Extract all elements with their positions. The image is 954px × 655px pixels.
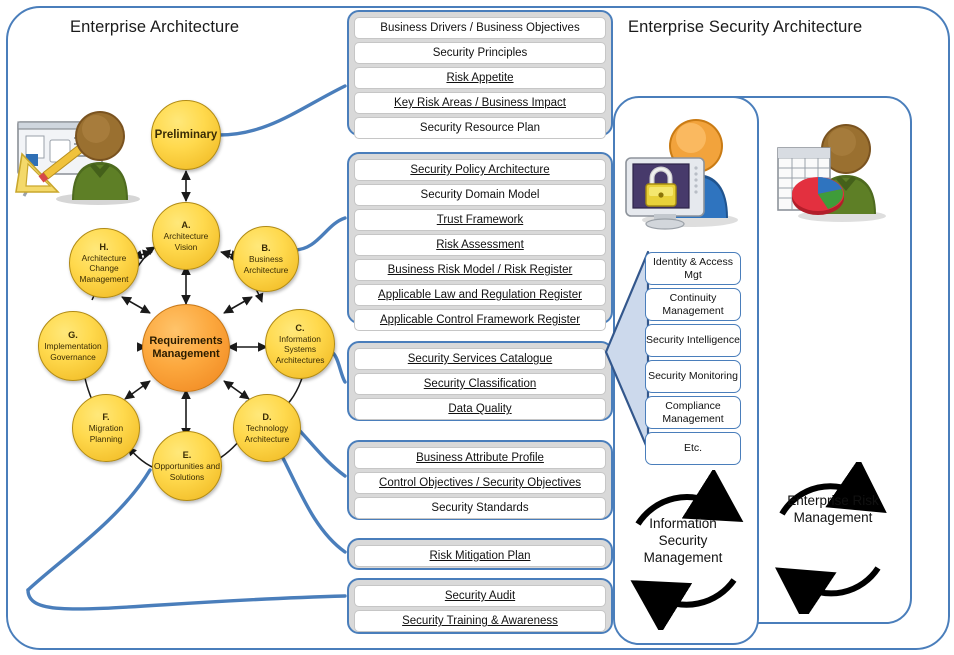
adm-node-f-letter: F.: [102, 412, 110, 422]
group-security-services-row-label: Security Services Catalogue: [407, 353, 553, 365]
group-security-services-row-label: Security Classification: [423, 378, 537, 390]
adm-node-c-letter: C.: [295, 322, 305, 333]
group-audit-row[interactable]: Security Audit: [354, 585, 606, 607]
group-security-services: Security Services Catalogue Security Clas…: [347, 341, 613, 421]
group-architecture-vision-row[interactable]: Security Policy Architecture: [354, 159, 606, 181]
group-preliminary-row-label: Business Drivers / Business Objectives: [380, 22, 580, 34]
service-identity-access-mgt[interactable]: Identity & Access Mgt: [645, 252, 741, 285]
service-security-intelligence[interactable]: Security Intelligence: [645, 324, 741, 357]
group-preliminary-row[interactable]: Security Principles: [354, 42, 606, 64]
group-preliminary-row-label: Security Resource Plan: [419, 122, 541, 134]
group-business-attributes-row[interactable]: Control Objectives / Security Objectives: [354, 472, 606, 494]
risk-person-spreadsheet-piechart-icon: [777, 124, 886, 222]
group-architecture-vision: Security Policy Architecture Security Dom…: [347, 152, 613, 331]
adm-node-b-letter: B.: [261, 243, 271, 253]
group-architecture-vision-row[interactable]: Business Risk Model / Risk Register: [354, 259, 606, 281]
group-risk-mitigation: Risk Mitigation Plan: [347, 538, 613, 570]
adm-node-preliminary[interactable]: Preliminary: [151, 100, 221, 170]
adm-node-c-label: Information Systems Architectures: [275, 333, 325, 365]
group-architecture-vision-row-label: Business Risk Model / Risk Register: [387, 264, 573, 276]
diagram-canvas: Enterprise Architecture Enterprise Secur…: [0, 0, 954, 655]
group-preliminary-row[interactable]: Security Resource Plan: [354, 117, 606, 139]
group-business-attributes-row-label: Security Standards: [431, 502, 529, 514]
service-etc[interactable]: Etc.: [645, 432, 741, 465]
adm-node-h-label: Architecture Change Management: [79, 252, 129, 284]
architect-person-icon: [15, 111, 140, 205]
group-architecture-vision-row[interactable]: Applicable Law and Regulation Register: [354, 284, 606, 306]
group-security-services-row[interactable]: Data Quality: [354, 398, 606, 420]
adm-node-preliminary-label: Preliminary: [154, 128, 218, 141]
group-audit-row[interactable]: Security Training & Awareness: [354, 610, 606, 632]
group-architecture-vision-row-label: Trust Framework: [436, 214, 524, 226]
group-risk-mitigation-row[interactable]: Risk Mitigation Plan: [354, 545, 606, 567]
adm-node-e-label: Opportunities and Solutions: [153, 461, 221, 482]
group-business-attributes-row-label: Business Attribute Profile: [416, 452, 544, 464]
adm-node-a[interactable]: A. Architecture Vision: [152, 202, 220, 270]
group-preliminary-row-label: Security Principles: [432, 47, 528, 59]
group-architecture-vision-row[interactable]: Security Domain Model: [354, 184, 606, 206]
group-audit-row-label: Security Audit: [444, 590, 516, 602]
adm-node-a-letter: A.: [181, 220, 191, 230]
group-security-services-row[interactable]: Security Services Catalogue: [354, 348, 606, 370]
adm-node-b[interactable]: B. Business Architecture: [233, 226, 299, 292]
group-security-services-row[interactable]: Security Classification: [354, 373, 606, 395]
group-architecture-vision-row-label: Applicable Control Framework Register: [379, 314, 581, 326]
group-architecture-vision-row-label: Security Domain Model: [420, 189, 540, 201]
adm-node-c[interactable]: C. Information Systems Architectures: [265, 309, 335, 379]
group-business-attributes-row[interactable]: Business Attribute Profile: [354, 447, 606, 469]
group-architecture-vision-row[interactable]: Trust Framework: [354, 209, 606, 231]
group-architecture-vision-row-label: Risk Assessment: [436, 239, 524, 251]
adm-node-d-letter: D.: [262, 412, 272, 422]
group-preliminary-row-label: Key Risk Areas / Business Impact: [394, 97, 566, 109]
service-security-monitoring[interactable]: Security Monitoring: [645, 360, 741, 393]
adm-node-g-letter: G.: [68, 330, 78, 340]
enterprise-risk-management-label: Enterprise Risk Management: [787, 493, 879, 525]
adm-node-d-label: Technology Architecture: [244, 423, 290, 444]
adm-node-d[interactable]: D. Technology Architecture: [233, 394, 301, 462]
right-panel-title: Enterprise Security Architecture: [628, 18, 863, 36]
group-architecture-vision-row-label: Applicable Law and Regulation Register: [378, 289, 582, 301]
adm-node-requirements-management-label: Requirements Management: [149, 335, 223, 360]
adm-node-e[interactable]: E. Opportunities and Solutions: [152, 431, 222, 501]
group-security-services-row-label: Data Quality: [448, 403, 512, 415]
adm-node-f-label: Migration Planning: [88, 423, 124, 444]
group-business-attributes-row-label: Control Objectives / Security Objectives: [379, 477, 581, 489]
group-preliminary-row[interactable]: Risk Appetite: [354, 67, 606, 89]
adm-node-requirements-management[interactable]: Requirements Management: [142, 304, 230, 392]
adm-node-b-label: Business Architecture: [243, 254, 289, 275]
adm-node-a-label: Architecture Vision: [163, 231, 209, 252]
adm-node-e-letter: E.: [182, 450, 192, 460]
service-continuity-management[interactable]: Continuity Management: [645, 288, 741, 321]
adm-node-h-letter: H.: [99, 241, 109, 252]
enterprise-risk-management-cycle-icon: [775, 462, 887, 614]
security-person-computer-lock-icon: [625, 119, 738, 230]
service-compliance-management[interactable]: Compliance Management: [645, 396, 741, 429]
group-architecture-vision-row[interactable]: Risk Assessment: [354, 234, 606, 256]
adm-node-h[interactable]: H. Architecture Change Management: [69, 228, 139, 298]
adm-node-g[interactable]: G. Implementation Governance: [38, 311, 108, 381]
group-architecture-vision-row-label: Security Policy Architecture: [410, 164, 550, 176]
group-preliminary-row-label: Risk Appetite: [446, 72, 514, 84]
group-audit-row-label: Security Training & Awareness: [402, 615, 558, 627]
group-architecture-vision-row[interactable]: Applicable Control Framework Register: [354, 309, 606, 331]
adm-node-f[interactable]: F. Migration Planning: [72, 394, 140, 462]
group-risk-mitigation-row-label: Risk Mitigation Plan: [429, 550, 531, 562]
group-preliminary: Business Drivers / Business Objectives Se…: [347, 10, 613, 139]
group-preliminary-row[interactable]: Key Risk Areas / Business Impact: [354, 92, 606, 114]
group-preliminary-row[interactable]: Business Drivers / Business Objectives: [354, 17, 606, 39]
group-business-attributes: Business Attribute Profile Control Object…: [347, 440, 613, 520]
left-panel-title: Enterprise Architecture: [70, 18, 240, 36]
information-security-management-label: Information Security Management: [643, 516, 723, 565]
adm-node-g-label: Implementation Governance: [44, 341, 102, 362]
group-audit: Security Audit Security Training & Awaren…: [347, 578, 613, 634]
group-business-attributes-row[interactable]: Security Standards: [354, 497, 606, 519]
